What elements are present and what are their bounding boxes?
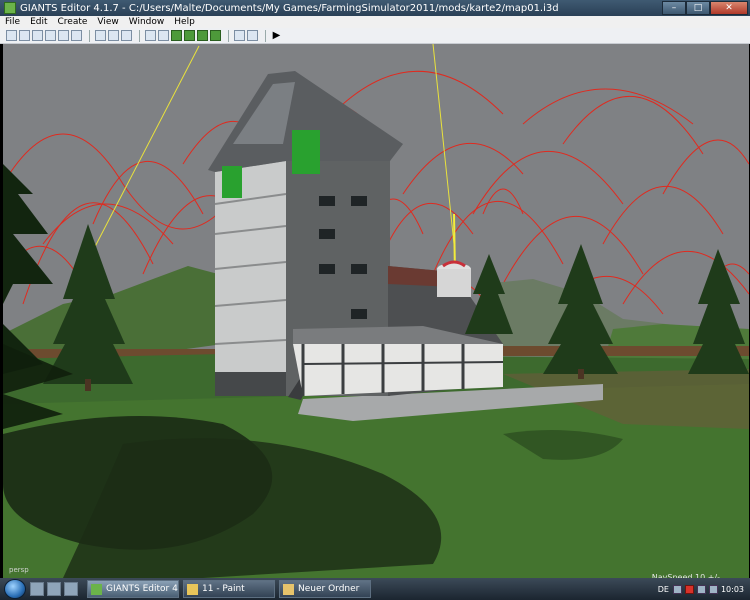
maximize-button[interactable]: □ [686, 1, 710, 15]
select-mode-icon[interactable] [145, 30, 156, 41]
windows-taskbar: GIANTS Editor 4.1.7 ... 11 - Paint Neuer… [0, 578, 750, 600]
start-button[interactable] [4, 579, 26, 599]
move-mode-icon[interactable] [158, 30, 169, 41]
toolbar-separator [265, 29, 266, 42]
toolbar-separator [228, 29, 229, 42]
giants-app-icon [91, 583, 102, 595]
menu-create[interactable]: Create [53, 17, 93, 27]
menu-edit[interactable]: Edit [25, 17, 52, 27]
task-label: GIANTS Editor 4.1.7 ... [106, 584, 178, 594]
redo-icon[interactable] [121, 30, 132, 41]
task-folder[interactable]: Neuer Ordner [279, 580, 371, 598]
system-tray: DE 10:03 [640, 578, 750, 600]
clock[interactable]: 10:03 [721, 585, 744, 594]
window-controls: – □ ✕ [662, 1, 748, 15]
play-button[interactable]: ▶ [271, 30, 282, 41]
terrain-detail-icon[interactable] [210, 30, 221, 41]
language-indicator[interactable]: DE [658, 585, 669, 594]
firefox-icon[interactable] [64, 582, 78, 596]
quick-launch [30, 582, 81, 596]
save-icon[interactable] [45, 30, 56, 41]
window-title: GIANTS Editor 4.1.7 - C:/Users/Malte/Doc… [20, 2, 559, 14]
title-bar: GIANTS Editor 4.1.7 - C:/Users/Malte/Doc… [0, 0, 750, 16]
show-desktop-icon[interactable] [30, 582, 44, 596]
toolbar-separator [139, 29, 140, 42]
menu-view[interactable]: View [92, 17, 123, 27]
menu-window[interactable]: Window [124, 17, 170, 27]
main-toolbar: ▶ [0, 28, 750, 44]
open-file-icon[interactable] [19, 30, 30, 41]
minimize-button[interactable]: – [662, 1, 686, 15]
save-as-icon[interactable] [58, 30, 69, 41]
scene-render [3, 44, 749, 578]
security-icon[interactable] [684, 584, 694, 594]
tray-icon[interactable] [672, 584, 682, 594]
giants-app-icon [4, 2, 16, 14]
menu-bar: File Edit Create View Window Help [0, 16, 750, 28]
menu-file[interactable]: File [0, 17, 25, 27]
menu-help[interactable]: Help [169, 17, 200, 27]
explorer-icon[interactable] [47, 582, 61, 596]
close-button[interactable]: ✕ [710, 1, 748, 15]
folder-icon [283, 583, 294, 595]
new-file-icon[interactable] [6, 30, 17, 41]
terrain-paint-icon[interactable] [184, 30, 195, 41]
undo-icon[interactable] [108, 30, 119, 41]
task-label: 11 - Paint [202, 584, 245, 594]
refresh-icon[interactable] [95, 30, 106, 41]
task-paint[interactable]: 11 - Paint [183, 580, 275, 598]
foliage-paint-icon[interactable] [197, 30, 208, 41]
camera-label: persp [9, 566, 29, 574]
3d-viewport[interactable]: persp [3, 44, 749, 578]
terrain-sculpt-icon[interactable] [171, 30, 182, 41]
export-icon[interactable] [71, 30, 82, 41]
network-icon[interactable] [696, 584, 706, 594]
snap-grid-icon[interactable] [234, 30, 245, 41]
task-giants-editor[interactable]: GIANTS Editor 4.1.7 ... [87, 580, 179, 598]
paint-icon [187, 583, 198, 595]
import-icon[interactable] [32, 30, 43, 41]
volume-icon[interactable] [708, 584, 718, 594]
task-label: Neuer Ordner [298, 584, 360, 594]
snap-settings-icon[interactable] [247, 30, 258, 41]
toolbar-separator [89, 29, 90, 42]
